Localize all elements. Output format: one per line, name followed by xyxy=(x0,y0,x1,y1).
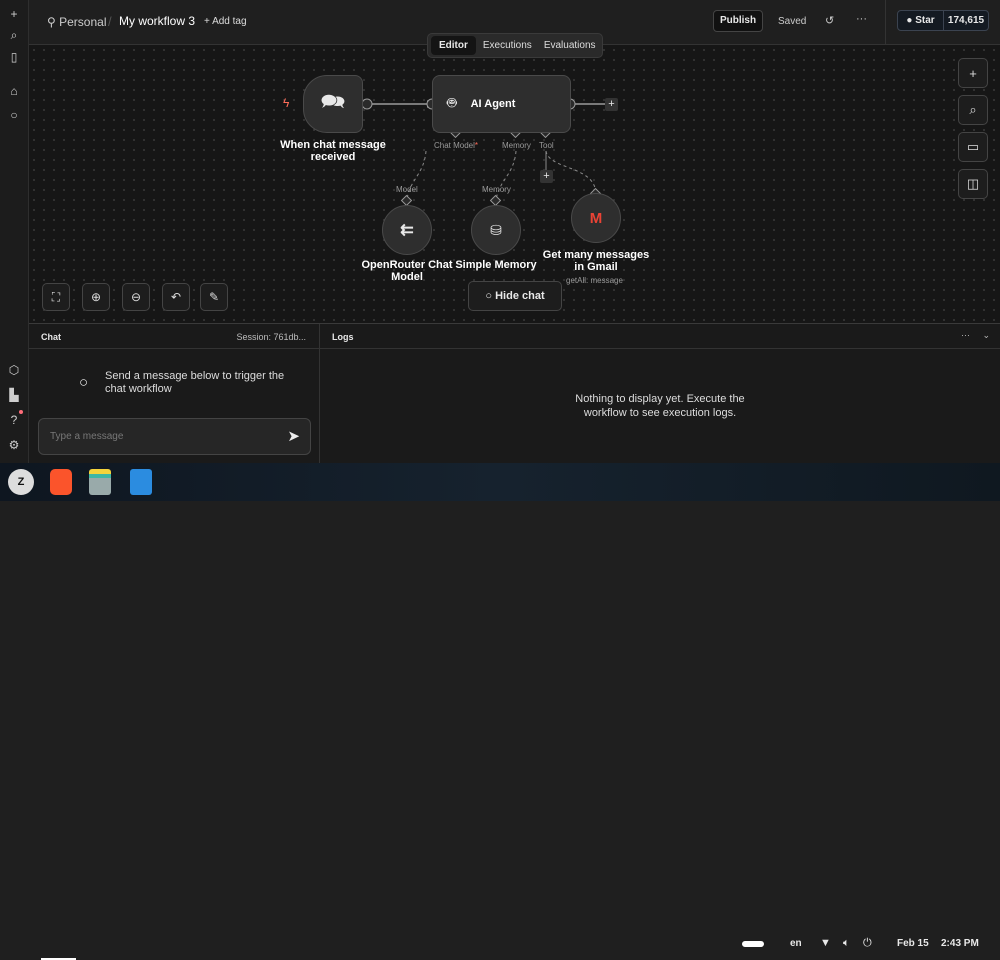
bottom-panel: Chat Session: 761db... ○ Send a message … xyxy=(29,323,1000,464)
database-icon: ⛁ xyxy=(490,221,502,238)
gmail-node[interactable]: M xyxy=(571,193,621,243)
hide-chat-label: Hide chat xyxy=(495,290,545,302)
view-tabs: Editor Executions Evaluations xyxy=(427,33,603,58)
add-tag-button[interactable]: + Add tag xyxy=(204,16,247,27)
tool-connection xyxy=(545,150,597,194)
publish-button[interactable]: Publish xyxy=(713,10,763,32)
logs-header: Logs ··· ⌄ xyxy=(320,324,1000,349)
project-label: Personal xyxy=(59,15,107,29)
trigger-node[interactable]: 🗪 xyxy=(303,75,363,133)
software-store-icon[interactable] xyxy=(130,469,152,495)
trigger-bolt-icon: ϟ xyxy=(283,96,290,110)
date[interactable]: Feb 15 xyxy=(897,938,929,949)
chat-icon[interactable]: ○ xyxy=(6,107,22,123)
wifi-icon[interactable]: ▼ xyxy=(820,937,831,949)
chat-bubbles-icon: 🗪 xyxy=(320,91,346,113)
send-icon[interactable]: ➤ xyxy=(287,427,300,445)
workflow-name[interactable]: My workflow 3 xyxy=(119,14,195,28)
logs-empty-message: Nothing to display yet. Execute the work… xyxy=(575,393,745,419)
fit-view-button[interactable]: ⛶ xyxy=(42,283,70,311)
breadcrumb-separator: / xyxy=(108,14,112,29)
keyboard-language[interactable]: en xyxy=(790,938,802,949)
breadcrumb-project[interactable]: ⚲ Personal xyxy=(47,15,107,29)
tab-editor[interactable]: Editor xyxy=(431,36,476,55)
saved-status: Saved xyxy=(778,16,807,27)
openrouter-icon: ⇇ xyxy=(400,222,414,239)
memory-in-port xyxy=(489,194,502,207)
add-tool-button[interactable]: + xyxy=(540,170,553,183)
left-sidebar: + ⌕ ▯ ⌂ ○ ⬡ ▙ ? ⚙ xyxy=(0,0,29,463)
chat-input-placeholder: Type a message xyxy=(50,431,124,442)
zoom-in-button[interactable]: ⊕ xyxy=(82,283,110,311)
openrouter-node[interactable]: ⇇ xyxy=(382,205,432,255)
memory-port-label: Memory xyxy=(502,141,531,150)
chat-model-port-label: Chat Model* xyxy=(434,141,479,150)
logs-more-icon[interactable]: ··· xyxy=(961,330,970,340)
session-id[interactable]: Session: 761db... xyxy=(236,332,306,342)
tab-executions[interactable]: Executions xyxy=(478,36,537,55)
trigger-node-label: When chat message received xyxy=(280,139,386,163)
workflow-canvas[interactable]: ϟ 🗪 When chat message received 🤖︎ AI Age… xyxy=(29,45,1000,323)
hide-chat-button[interactable]: ○ Hide chat xyxy=(468,281,562,311)
divider xyxy=(885,0,886,45)
github-icon: ● Star xyxy=(898,11,944,30)
trigger-output-port xyxy=(361,98,373,110)
star-count: 174,615 xyxy=(947,15,985,26)
logs-title: Logs xyxy=(332,332,354,342)
volume-icon[interactable]: 🔈︎ xyxy=(843,937,850,950)
chat-panel: Chat Session: 761db... ○ Send a message … xyxy=(29,324,320,464)
chat-bubble-icon: ○ xyxy=(79,374,89,391)
add-node-button[interactable]: + xyxy=(605,98,618,111)
openrouter-label: OpenRouter Chat Model xyxy=(361,259,453,283)
collapse-chevron-icon[interactable]: ⌄ xyxy=(982,330,990,341)
templates-icon[interactable]: ⬡ xyxy=(6,362,22,378)
zorin-menu-icon[interactable]: Z xyxy=(8,469,34,495)
chat-input[interactable]: Type a message ➤ xyxy=(38,418,311,455)
gmail-subtitle: getAll: message xyxy=(566,276,623,285)
zoom-out-button[interactable]: ⊖ xyxy=(122,283,150,311)
search-nodes-button[interactable]: ⌕ xyxy=(958,95,988,125)
model-in-port xyxy=(400,194,413,207)
tidy-up-button[interactable]: ✎ xyxy=(200,283,228,311)
ai-agent-node[interactable]: 🤖︎ AI Agent xyxy=(432,75,571,133)
settings-icon[interactable]: ⚙ xyxy=(6,437,22,453)
model-in-label: Model xyxy=(396,185,418,194)
notification-dot xyxy=(19,410,23,414)
gmail-label: Get many messages in Gmail xyxy=(542,249,650,273)
star-label: Star xyxy=(915,15,935,26)
toggle-panel-button[interactable]: ◫ xyxy=(958,169,988,199)
search-icon[interactable]: ⌕ xyxy=(6,27,22,43)
robot-icon: 🤖︎ xyxy=(447,95,457,112)
ai-agent-label: AI Agent xyxy=(470,98,516,110)
help-icon[interactable]: ? xyxy=(6,412,22,428)
add-node-panel-button[interactable]: + xyxy=(958,58,988,88)
home-icon[interactable]: ⌂ xyxy=(6,83,22,99)
chat-icon: ○ xyxy=(485,290,496,302)
memory-in-label: Memory xyxy=(482,185,511,194)
simple-memory-node[interactable]: ⛁ xyxy=(471,205,521,255)
github-star-button[interactable]: ● Star 174,615 xyxy=(897,10,989,31)
workspace-indicator[interactable] xyxy=(742,941,764,947)
history-icon[interactable]: ↺ xyxy=(825,14,834,27)
chat-hint: Send a message below to trigger the chat… xyxy=(105,370,285,395)
sticky-note-button[interactable]: ▭ xyxy=(958,132,988,162)
taskbar: Z en ▼ 🔈︎ ⏻ Feb 15 2:43 PM xyxy=(0,463,1000,960)
plus-icon[interactable]: + xyxy=(6,6,22,22)
chat-title: Chat xyxy=(41,332,61,342)
files-icon[interactable] xyxy=(89,469,111,495)
panel-icon[interactable]: ▯ xyxy=(6,49,22,65)
simple-memory-label: Simple Memory xyxy=(455,259,537,271)
gmail-icon: M xyxy=(589,209,603,227)
insights-icon[interactable]: ▙ xyxy=(6,387,22,403)
tool-port-label: Tool xyxy=(539,141,554,150)
more-menu-icon[interactable]: ··· xyxy=(856,13,867,25)
tab-evaluations[interactable]: Evaluations xyxy=(539,36,601,55)
brave-browser-icon[interactable] xyxy=(50,469,72,495)
power-icon[interactable]: ⏻ xyxy=(863,937,872,950)
chat-header: Chat Session: 761db... xyxy=(29,324,320,349)
undo-button[interactable]: ↶ xyxy=(162,283,190,311)
clock[interactable]: 2:43 PM xyxy=(941,938,979,949)
